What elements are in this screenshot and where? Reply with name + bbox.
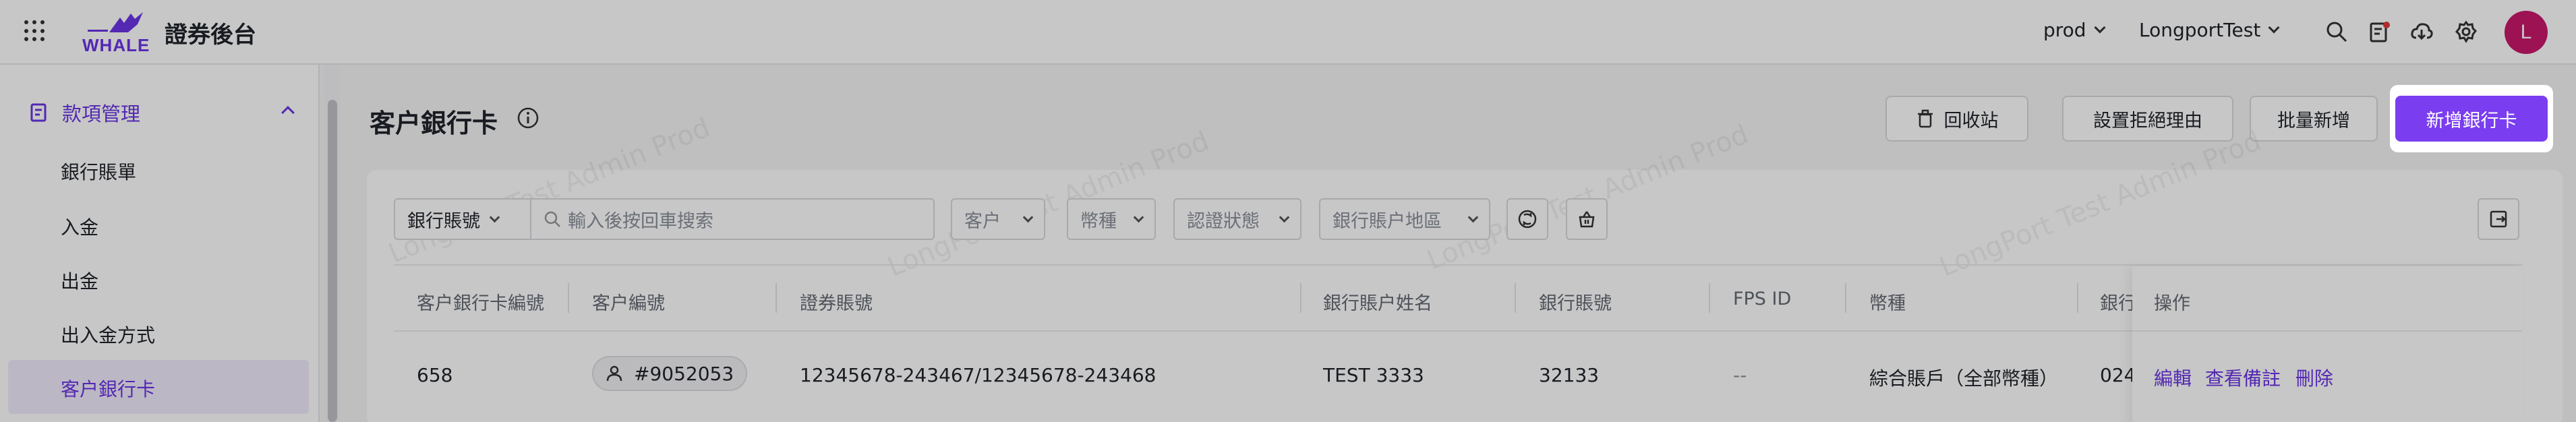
sidebar-group-label: 款項管理 xyxy=(62,102,141,125)
add-bank-card-button[interactable]: 新增銀行卡 xyxy=(2395,96,2548,142)
whale-logo: WHALE xyxy=(82,9,150,55)
col-header-bank: 銀行 xyxy=(2100,293,2136,314)
customer-no-label: #9052053 xyxy=(634,362,734,385)
edit-link[interactable]: 編輯 xyxy=(2154,364,2192,391)
cloud-download-icon[interactable] xyxy=(2410,20,2433,43)
column-divider xyxy=(2077,283,2078,313)
refresh-icon xyxy=(1518,210,1537,229)
env-label: prod xyxy=(2043,19,2086,41)
sidebar-item-deposit[interactable]: 入金 xyxy=(61,213,98,240)
cell-fps-id: -- xyxy=(1733,364,1747,386)
column-divider xyxy=(1300,283,1301,313)
sidebar-item-bank-statement[interactable]: 銀行賬單 xyxy=(61,158,136,185)
region-filter[interactable]: 銀行賬户地區 xyxy=(1319,198,1490,240)
recycle-bin-label: 回收站 xyxy=(1943,110,1999,131)
column-divider xyxy=(1845,283,1846,313)
sidebar-active-highlight xyxy=(8,360,309,414)
top-bar: WHALE 證券後台 prod LongportTest L xyxy=(0,0,2576,65)
col-header-actions: 操作 xyxy=(2154,293,2190,314)
customer-filter-label: 客户 xyxy=(964,210,1001,232)
user-avatar[interactable]: L xyxy=(2505,11,2548,54)
org-label: LongportTest xyxy=(2139,19,2261,41)
info-icon[interactable] xyxy=(517,107,539,129)
column-divider xyxy=(1709,283,1710,313)
sidebar-item-payment-methods[interactable]: 出入金方式 xyxy=(61,321,155,348)
customer-filter[interactable]: 客户 xyxy=(951,198,1045,240)
table-top-border xyxy=(394,264,2522,266)
region-filter-label: 銀行賬户地區 xyxy=(1333,210,1442,232)
cell-card-no: 658 xyxy=(417,364,453,386)
document-icon xyxy=(30,103,47,122)
column-divider xyxy=(568,283,569,313)
col-header-account-name: 銀行賬户姓名 xyxy=(1323,293,1432,314)
col-header-card-no: 客户銀行卡編號 xyxy=(417,293,544,314)
refresh-button[interactable] xyxy=(1506,198,1548,240)
search-field-select[interactable]: 銀行賬號 xyxy=(394,198,531,240)
column-divider xyxy=(1515,283,1516,313)
set-reject-reason-button[interactable]: 設置拒絕理由 xyxy=(2062,96,2233,142)
sidebar-scrollbar-thumb[interactable] xyxy=(328,100,337,422)
currency-filter-label: 幣種 xyxy=(1080,210,1117,232)
logo-text: WHALE xyxy=(82,35,150,55)
cell-bank-account: 32133 xyxy=(1539,364,1600,386)
chevron-down-icon xyxy=(1279,212,1290,222)
user-icon xyxy=(606,365,622,382)
batch-add-button[interactable]: 批量新增 xyxy=(2250,96,2378,142)
column-divider xyxy=(775,283,777,313)
auth-status-filter-label: 認證狀態 xyxy=(1187,210,1260,232)
env-select[interactable]: prod xyxy=(2043,19,2106,41)
sidebar-item-customer-bank-card[interactable]: 客户銀行卡 xyxy=(61,375,155,402)
app-title: 證券後台 xyxy=(165,22,256,49)
search-placeholder: 輸入後按回車搜索 xyxy=(568,210,713,232)
export-icon xyxy=(2490,210,2507,228)
export-button[interactable] xyxy=(2478,198,2519,240)
cell-currency: 綜合賬戶（全部幣種） xyxy=(1869,367,2059,390)
col-header-customer-no: 客户編號 xyxy=(592,293,665,314)
settings-icon[interactable] xyxy=(2455,20,2478,43)
cell-bank: 024 xyxy=(2100,364,2136,386)
col-header-bank-account: 銀行賬號 xyxy=(1539,293,1612,314)
basket-icon xyxy=(1579,211,1595,228)
clear-filter-button[interactable] xyxy=(1566,198,1608,240)
col-header-fps-id: FPS ID xyxy=(1733,289,1792,309)
page-title: 客户銀行卡 xyxy=(370,109,498,138)
view-remarks-link[interactable]: 查看備註 xyxy=(2205,364,2281,391)
task-icon[interactable] xyxy=(2368,20,2391,43)
actions-header-border xyxy=(2132,330,2522,332)
search-icon xyxy=(544,211,560,227)
recycle-bin-button[interactable]: 回收站 xyxy=(1885,96,2028,142)
col-header-currency: 幣種 xyxy=(1869,293,1906,314)
search-field-label: 銀行賬號 xyxy=(407,210,480,232)
chevron-down-icon xyxy=(1022,212,1034,222)
app-grid-icon[interactable] xyxy=(24,20,46,42)
currency-filter[interactable]: 幣種 xyxy=(1067,198,1156,240)
chevron-down-icon xyxy=(489,212,500,222)
org-select[interactable]: LongportTest xyxy=(2139,19,2280,41)
actions-column xyxy=(2132,267,2523,422)
sidebar-item-withdrawal[interactable]: 出金 xyxy=(61,267,98,294)
col-header-securities-account: 證券賬號 xyxy=(800,293,873,314)
search-input[interactable]: 輸入後按回車搜索 xyxy=(530,198,935,240)
chevron-down-icon xyxy=(1133,212,1144,222)
cell-account-name: TEST 3333 xyxy=(1323,364,1424,386)
auth-status-filter[interactable]: 認證狀態 xyxy=(1173,198,1301,240)
chevron-down-icon xyxy=(1467,212,1479,222)
delete-link[interactable]: 刪除 xyxy=(2295,364,2333,391)
sidebar-group-fund-management[interactable]: 款項管理 xyxy=(30,98,140,127)
chevron-down-icon xyxy=(2094,22,2106,33)
customer-no-tag[interactable]: #9052053 xyxy=(592,356,747,391)
cell-securities-account: 12345678-243467/12345678-243468 xyxy=(800,364,1157,386)
trash-icon xyxy=(1917,109,1933,128)
chevron-down-icon xyxy=(2268,22,2280,33)
search-icon[interactable] xyxy=(2325,20,2348,43)
